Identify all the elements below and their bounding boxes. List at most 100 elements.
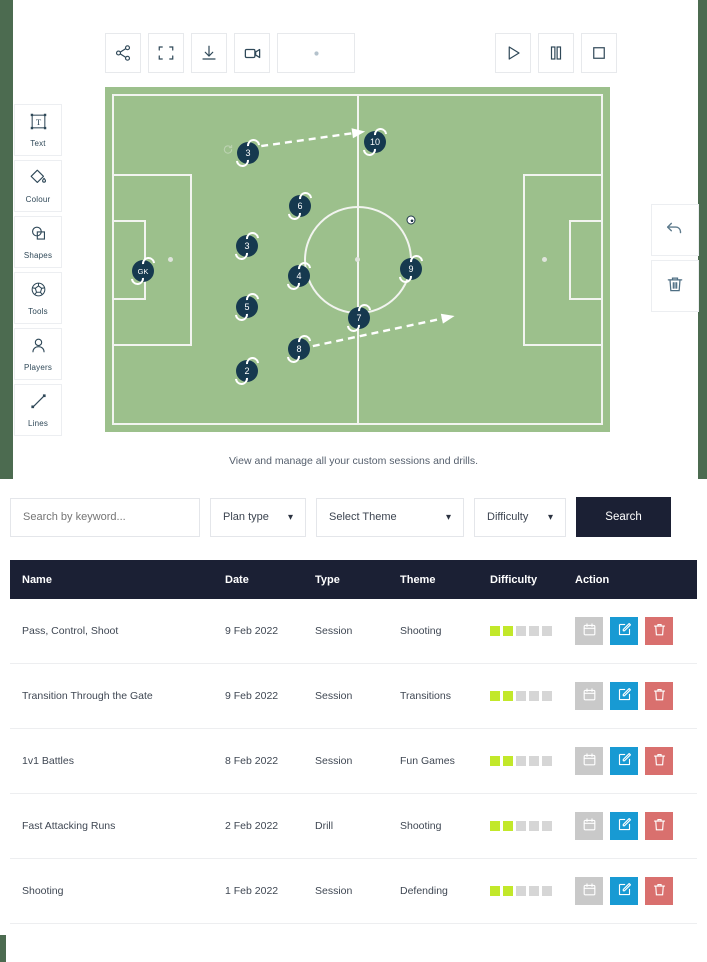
- pitch-markings: GK 3 10 6 3 4 9 5 7 8 2: [112, 94, 603, 425]
- cell-type: Session: [315, 885, 353, 897]
- download-button[interactable]: [191, 33, 227, 73]
- col-header-name: Name: [22, 573, 52, 586]
- edit-button[interactable]: [610, 812, 638, 840]
- player-token[interactable]: 3: [236, 235, 258, 257]
- players-icon: [29, 336, 48, 360]
- table-body: Pass, Control, Shoot 9 Feb 2022 Session Sho…: [10, 599, 697, 924]
- delete-button[interactable]: [645, 812, 673, 840]
- penalty-spot-left: [168, 257, 173, 262]
- fullscreen-button[interactable]: [148, 33, 184, 73]
- pause-button[interactable]: [538, 33, 574, 73]
- calendar-button[interactable]: [575, 682, 603, 710]
- cell-name: Transition Through the Gate: [22, 690, 153, 702]
- delete-button[interactable]: [651, 260, 699, 312]
- tool-text[interactable]: T Text: [14, 104, 62, 156]
- ball-icon[interactable]: [406, 215, 416, 225]
- player-token[interactable]: 10: [364, 131, 386, 153]
- edit-button[interactable]: [610, 617, 638, 645]
- penalty-spot-right: [542, 257, 547, 262]
- tool-shapes[interactable]: Shapes: [14, 216, 62, 268]
- edit-button[interactable]: [610, 747, 638, 775]
- calendar-button[interactable]: [575, 747, 603, 775]
- difficulty-pip: [503, 626, 513, 636]
- player-token[interactable]: 4: [288, 265, 310, 287]
- delete-button[interactable]: [645, 617, 673, 645]
- difficulty-pip: [490, 756, 500, 766]
- editor-toolbar-left: [105, 33, 355, 73]
- player-token[interactable]: 6: [289, 195, 311, 217]
- difficulty-pip: [503, 886, 513, 896]
- table-row[interactable]: Shooting 1 Feb 2022 Session Defending: [10, 859, 697, 924]
- undo-button[interactable]: [651, 204, 699, 256]
- player-token[interactable]: 5: [236, 296, 258, 318]
- difficulty-pip: [490, 821, 500, 831]
- trash-icon: [652, 882, 667, 900]
- difficulty-meter: [490, 821, 575, 831]
- plan-type-select[interactable]: Plan type ▾: [210, 497, 306, 537]
- player-token-label: GK: [137, 266, 149, 276]
- difficulty-pip: [516, 821, 526, 831]
- record-video-button[interactable]: [234, 33, 270, 73]
- difficulty-pip: [516, 691, 526, 701]
- player-token[interactable]: 7: [348, 307, 370, 329]
- cell-date: 1 Feb 2022: [225, 885, 279, 897]
- difficulty-pip: [516, 756, 526, 766]
- search-button[interactable]: Search: [576, 497, 671, 537]
- tactics-pitch[interactable]: GK 3 10 6 3 4 9 5 7 8 2: [105, 87, 610, 432]
- trash-icon: [652, 752, 667, 770]
- table-row[interactable]: Transition Through the Gate 9 Feb 2022 Ses…: [10, 664, 697, 729]
- col-header-theme: Theme: [400, 573, 436, 586]
- difficulty-pip: [490, 691, 500, 701]
- table-row[interactable]: 1v1 Battles 8 Feb 2022 Session Fun Games: [10, 729, 697, 794]
- difficulty-value: Difficulty: [487, 511, 529, 523]
- cell-date: 2 Feb 2022: [225, 820, 279, 832]
- tool-players[interactable]: Players: [14, 328, 62, 380]
- cell-difficulty: [490, 691, 575, 701]
- tool-text-label: Text: [30, 139, 46, 148]
- delete-button[interactable]: [645, 682, 673, 710]
- delete-button[interactable]: [645, 877, 673, 905]
- player-token[interactable]: 2: [236, 360, 258, 382]
- play-button[interactable]: [495, 33, 531, 73]
- table-row[interactable]: Pass, Control, Shoot 9 Feb 2022 Session Sho…: [10, 599, 697, 664]
- tool-lines[interactable]: Lines: [14, 384, 62, 436]
- edit-button[interactable]: [610, 682, 638, 710]
- player-token-label: 2: [244, 366, 250, 376]
- player-token[interactable]: 8: [288, 338, 310, 360]
- fullscreen-icon: [157, 44, 175, 62]
- cell-actions: [575, 747, 695, 775]
- player-token[interactable]: 9: [400, 258, 422, 280]
- cell-date: 8 Feb 2022: [225, 755, 279, 767]
- colour-icon: [29, 168, 48, 192]
- movement-arrow[interactable]: [260, 126, 366, 152]
- tool-tools[interactable]: Tools: [14, 272, 62, 324]
- search-input[interactable]: [10, 497, 200, 537]
- speed-button[interactable]: [277, 33, 355, 73]
- cell-name: Shooting: [22, 885, 64, 897]
- edit-icon: [617, 752, 632, 770]
- stop-button[interactable]: [581, 33, 617, 73]
- difficulty-select[interactable]: Difficulty ▾: [474, 497, 566, 537]
- difficulty-pip: [529, 821, 539, 831]
- row-action-group: [575, 617, 695, 645]
- calendar-icon: [582, 622, 597, 640]
- player-token[interactable]: 3: [237, 142, 259, 164]
- movement-arrow[interactable]: [312, 310, 456, 352]
- edit-icon: [617, 622, 632, 640]
- difficulty-pip: [516, 626, 526, 636]
- tool-colour[interactable]: Colour: [14, 160, 62, 212]
- undo-icon: [664, 217, 686, 244]
- edit-button[interactable]: [610, 877, 638, 905]
- share-button[interactable]: [105, 33, 141, 73]
- calendar-button[interactable]: [575, 812, 603, 840]
- theme-select[interactable]: Select Theme ▾: [316, 497, 464, 537]
- difficulty-pip: [542, 756, 552, 766]
- player-token[interactable]: GK: [132, 260, 154, 282]
- calendar-button[interactable]: [575, 877, 603, 905]
- table-row[interactable]: Fast Attacking Runs 2 Feb 2022 Drill Shooti…: [10, 794, 697, 859]
- delete-button[interactable]: [645, 747, 673, 775]
- player-token-label: 3: [244, 241, 250, 251]
- cell-theme: Shooting: [400, 625, 442, 637]
- difficulty-pip: [542, 886, 552, 896]
- calendar-button[interactable]: [575, 617, 603, 645]
